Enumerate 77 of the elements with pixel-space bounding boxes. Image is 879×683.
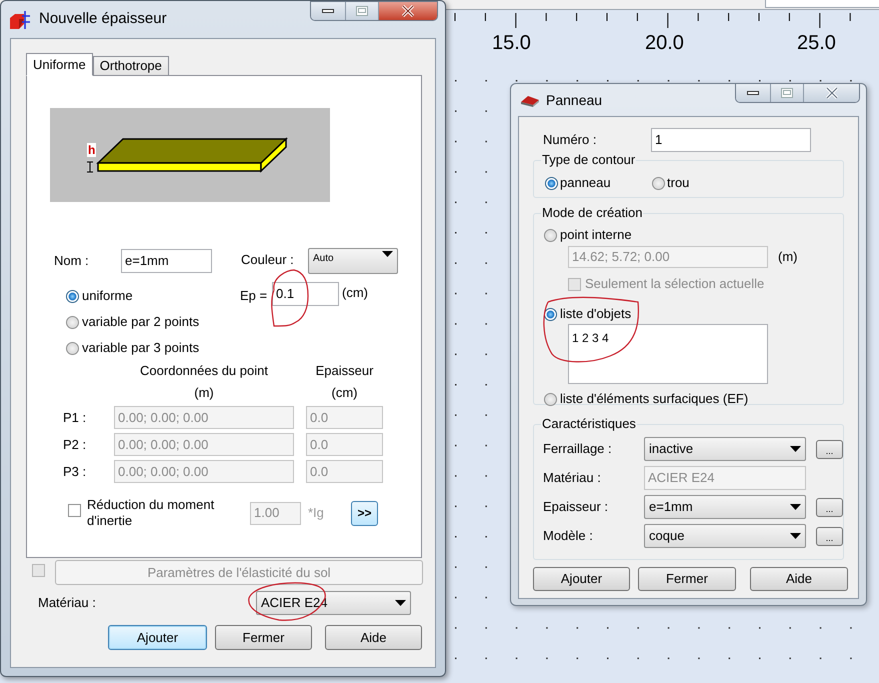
radio-label[interactable]: uniforme [82,286,133,306]
radio-label[interactable]: panneau [560,173,611,193]
row-label: P2 : [63,436,88,454]
radio-label[interactable]: variable par 3 points [82,338,200,358]
radio-button[interactable] [544,308,557,320]
field-label: Epaisseur : [543,498,610,516]
close-button[interactable] [379,2,437,20]
dropdown[interactable]: Auto [308,248,398,274]
field-label: Nom : [54,252,90,270]
column-header: Epaisseur [316,362,374,380]
dialog-button[interactable]: Ajouter [108,625,207,650]
dropdown[interactable]: coque [644,524,806,548]
radio-label[interactable]: trou [667,173,690,193]
caret-icon [382,251,393,257]
text-area[interactable]: 1 2 3 4 [568,324,768,384]
dropdown[interactable]: e=1mm [644,495,806,519]
minimize-icon [322,9,334,13]
radio-label[interactable]: liste d'éléments surfaciques (EF) [560,389,748,409]
more-button[interactable]: ... [816,526,843,546]
minimize-button[interactable] [311,2,346,20]
window-title: Panneau [546,90,602,110]
more-button[interactable]: ... [816,440,843,458]
caret-icon [395,600,406,606]
app-icon [520,93,540,107]
more-button[interactable]: ... [816,498,843,516]
unit-label: *Ig [308,504,325,522]
close-icon [824,87,840,99]
group-title: Caractéristiques [541,416,637,432]
radio-label[interactable]: liste d'objets [560,304,632,324]
row-label: P1 : [63,408,88,427]
radio-button[interactable] [66,290,79,302]
group-title: Type de contour [541,152,636,168]
field-label: Matériau : [38,594,97,612]
dimension-label: h [87,143,96,157]
radio-button[interactable] [544,392,557,406]
dialog-button[interactable]: Aide [750,567,848,591]
caret-icon [790,446,801,452]
close-icon [400,5,416,17]
caret-icon [790,504,801,510]
radio-button[interactable] [652,176,665,190]
ruler-label: 20.0 [645,31,684,55]
field-label: Ep = [240,287,268,306]
field-label: Modèle : [543,527,594,546]
dialog-button[interactable]: Aide [325,625,422,650]
tab[interactable]: Orthotrope [92,56,169,76]
field-label: Ferraillage : [543,440,613,458]
dialog-button[interactable]: Fermer [638,567,736,591]
field-label: Couleur : [241,251,295,269]
dialog-button[interactable]: Ajouter [533,567,630,591]
caret-icon [790,533,801,539]
app-icon [9,10,31,30]
radio-button[interactable] [66,342,79,354]
input-field[interactable]: 1 [651,128,811,152]
radio-button[interactable] [545,176,558,190]
unit-label: (cm) [332,384,358,402]
column-header: Coordonnées du point [140,362,268,380]
minimize-icon [747,91,759,95]
unit-label: (cm) [342,284,368,302]
maximize-icon [356,6,368,16]
field-label: Numéro : [543,131,598,150]
close-button[interactable] [804,84,859,102]
input-field[interactable]: 0.1 [272,282,339,306]
ruler-label: 25.0 [797,31,836,55]
unit-label: (m) [194,384,214,402]
tab[interactable]: Uniforme [26,53,93,76]
window-title: Nouvelle épaisseur [39,9,167,30]
field-label: Matériau : [543,469,602,488]
dropdown[interactable]: inactive [644,437,806,461]
maximize-icon [781,88,793,98]
input-field[interactable]: e=1mm [121,249,212,273]
dialog-button[interactable]: Fermer [215,625,312,650]
unit-label: (m) [778,248,798,266]
radio-button[interactable] [66,316,79,328]
ruler-label: 15.0 [492,31,531,55]
radio-label[interactable]: variable par 2 points [82,312,200,332]
minimize-button[interactable] [736,84,771,102]
row-label: P3 : [63,462,88,481]
